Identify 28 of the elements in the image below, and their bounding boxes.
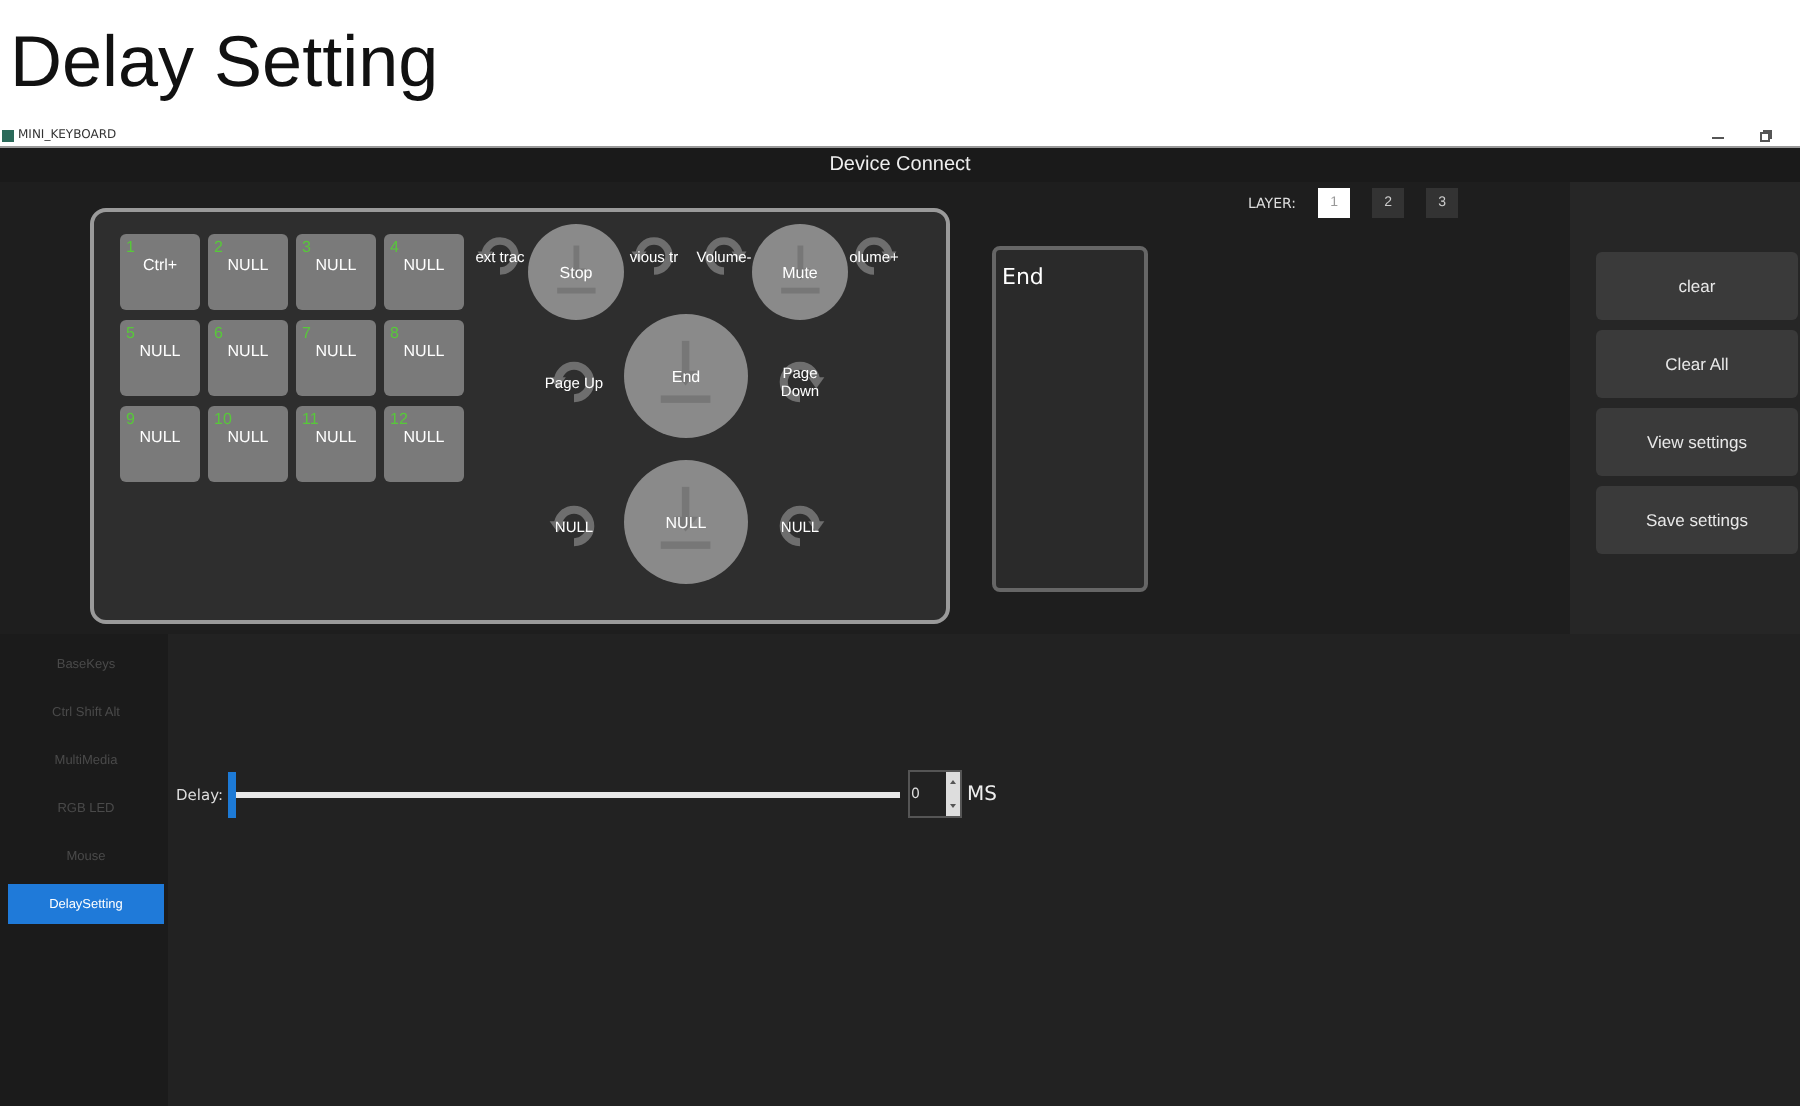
- slider-thumb[interactable]: [227, 771, 235, 817]
- unit-label: MS: [967, 783, 997, 805]
- key-button[interactable]: 1 Ctrl+: [120, 234, 200, 310]
- key-button[interactable]: 3 NULL: [296, 234, 376, 310]
- page-title: Delay Setting: [10, 20, 439, 104]
- knob-button[interactable]: Mute: [752, 224, 848, 320]
- spinner-arrows-icon[interactable]: [945, 772, 959, 816]
- header-bar: Device Connect: [0, 148, 1800, 182]
- key-button[interactable]: 2 NULL: [208, 234, 288, 310]
- action-button[interactable]: Clear All: [1596, 330, 1798, 398]
- key-button[interactable]: 4 NULL: [384, 234, 464, 310]
- key-display: End: [992, 246, 1148, 592]
- knob-button[interactable]: End: [624, 314, 748, 438]
- action-button[interactable]: View settings: [1596, 408, 1798, 476]
- key-button[interactable]: 10 NULL: [208, 406, 288, 482]
- action-button[interactable]: clear: [1596, 252, 1798, 320]
- key-button[interactable]: 7 NULL: [296, 320, 376, 396]
- key-button[interactable]: 12 NULL: [384, 406, 464, 482]
- key-button[interactable]: 11 NULL: [296, 406, 376, 482]
- action-button[interactable]: Save settings: [1596, 486, 1798, 554]
- key-button[interactable]: 9 NULL: [120, 406, 200, 482]
- knob-button[interactable]: NULL: [624, 460, 748, 584]
- restore-icon[interactable]: [1760, 129, 1772, 141]
- knob-button[interactable]: Stop: [528, 224, 624, 320]
- key-button[interactable]: 5 NULL: [120, 320, 200, 396]
- key-button[interactable]: 6 NULL: [208, 320, 288, 396]
- app-icon: [2, 129, 14, 141]
- key-button[interactable]: 8 NULL: [384, 320, 464, 396]
